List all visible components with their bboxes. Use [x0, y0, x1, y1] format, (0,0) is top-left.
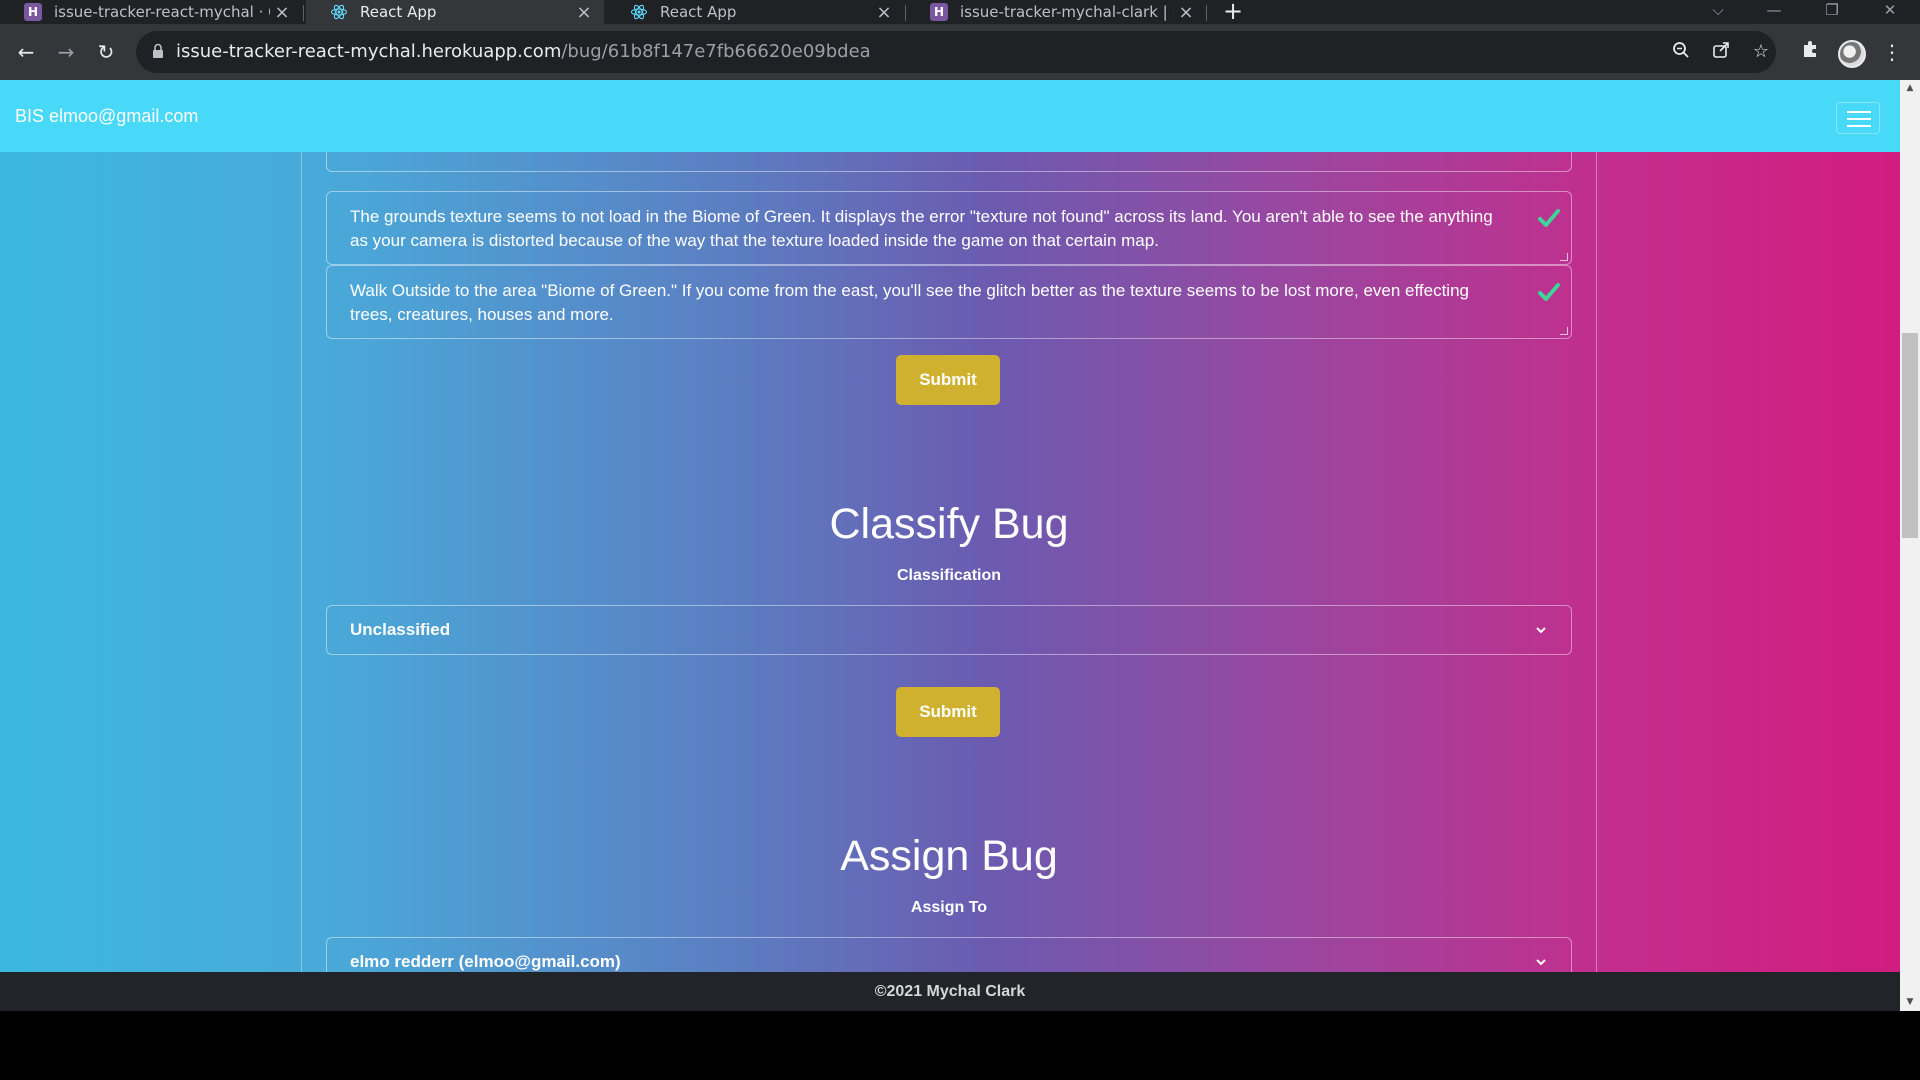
heroku-icon: H: [24, 3, 42, 21]
app-navbar: BIS elmoo@gmail.com: [0, 80, 1900, 152]
bug-detail-textarea[interactable]: Walk Outside to the area "Biome of Green…: [326, 265, 1572, 339]
profile-avatar[interactable]: [1838, 40, 1866, 68]
browser-tab-3[interactable]: React App ×: [606, 0, 904, 24]
heroku-icon: H: [930, 3, 948, 21]
classification-select[interactable]: Unclassified: [326, 605, 1572, 655]
react-icon: [330, 3, 348, 21]
classify-heading: Classify Bug: [829, 500, 1069, 548]
scrollbar-thumb[interactable]: [1902, 333, 1918, 538]
url-text: issue-tracker-react-mychal.herokuapp.com…: [176, 41, 871, 62]
address-bar[interactable]: issue-tracker-react-mychal.herokuapp.com…: [136, 31, 1776, 73]
scroll-down-icon[interactable]: ▼: [1900, 994, 1920, 1011]
assign-to-label: Assign To: [910, 899, 988, 916]
extensions-icon[interactable]: [1797, 38, 1825, 66]
screen-bottom-area: [0, 1011, 1920, 1080]
restore-icon[interactable]: ❐: [1804, 0, 1860, 24]
tab-search-icon[interactable]: ⌵: [1690, 0, 1746, 24]
browser-toolbar: ← → ↻ issue-tracker-react-mychal.herokua…: [0, 24, 1920, 80]
chevron-down-icon: [1536, 959, 1546, 966]
browser-tab-bar: H issue-tracker-react-mychal · GitH × Re…: [0, 0, 1920, 24]
bookmark-star-icon[interactable]: ☆: [1750, 41, 1772, 63]
close-tab-icon[interactable]: ×: [1174, 2, 1198, 23]
back-icon[interactable]: ←: [10, 36, 42, 68]
close-window-icon[interactable]: ✕: [1862, 0, 1918, 24]
resize-handle[interactable]: [1560, 327, 1568, 335]
url-host: issue-tracker-react-mychal.herokuapp.com: [176, 41, 562, 62]
page-footer: ©2021 Mychal Clark: [0, 972, 1900, 1011]
bug-detail-text[interactable]: The grounds texture seems to not load in…: [350, 205, 1500, 253]
previous-field: [326, 152, 1572, 172]
forward-icon[interactable]: →: [50, 36, 82, 68]
chevron-down-icon: [1536, 627, 1546, 634]
minimize-icon[interactable]: —: [1746, 0, 1802, 24]
classification-value: Unclassified: [350, 620, 451, 639]
share-icon[interactable]: [1710, 41, 1732, 63]
tab-title: issue-tracker-mychal-clark | Hero: [960, 3, 1174, 21]
close-tab-icon[interactable]: ×: [572, 2, 596, 23]
page-scrollbar[interactable]: ▲ ▼: [1900, 80, 1920, 1011]
tab-title: React App: [660, 3, 737, 21]
navbar-brand[interactable]: BIS elmoo@gmail.com: [15, 106, 198, 127]
assign-heading: Assign Bug: [840, 832, 1058, 880]
tab-title: React App: [360, 3, 437, 21]
assignee-value: elmo redderr (elmoo@gmail.com): [350, 952, 621, 971]
tab-title: issue-tracker-react-mychal · GitH: [54, 3, 270, 21]
reload-icon[interactable]: ↻: [90, 36, 122, 68]
close-tab-icon[interactable]: ×: [270, 2, 294, 23]
tab-separator: [1206, 5, 1207, 21]
close-tab-icon[interactable]: ×: [872, 2, 896, 23]
bug-detail-textarea[interactable]: The grounds texture seems to not load in…: [326, 191, 1572, 265]
url-path: /bug/61b8f147e7fb66620e09bdea: [561, 41, 871, 62]
new-tab-button[interactable]: +: [1219, 0, 1247, 24]
hamburger-menu-icon[interactable]: [1836, 102, 1880, 134]
submit-details-button[interactable]: Submit: [896, 355, 1000, 405]
browser-tab-1[interactable]: H issue-tracker-react-mychal · GitH ×: [0, 0, 302, 24]
lock-icon: [153, 43, 163, 58]
browser-tab-2[interactable]: React App ×: [306, 0, 604, 24]
zoom-icon[interactable]: [1670, 41, 1692, 63]
tab-separator: [303, 5, 304, 21]
browser-menu-icon[interactable]: ⋮: [1878, 38, 1906, 66]
classification-label: Classification: [896, 567, 1002, 584]
scroll-up-icon[interactable]: ▲: [1900, 80, 1920, 97]
submit-classification-button[interactable]: Submit: [896, 687, 1000, 737]
check-icon: [1538, 209, 1560, 227]
browser-tab-4[interactable]: H issue-tracker-mychal-clark | Hero ×: [906, 0, 1206, 24]
react-icon: [630, 3, 648, 21]
page-viewport: BIS elmoo@gmail.com The grounds texture …: [0, 80, 1900, 1011]
resize-handle[interactable]: [1560, 253, 1568, 261]
check-icon: [1538, 283, 1560, 301]
bug-detail-text[interactable]: Walk Outside to the area "Biome of Green…: [350, 279, 1500, 327]
